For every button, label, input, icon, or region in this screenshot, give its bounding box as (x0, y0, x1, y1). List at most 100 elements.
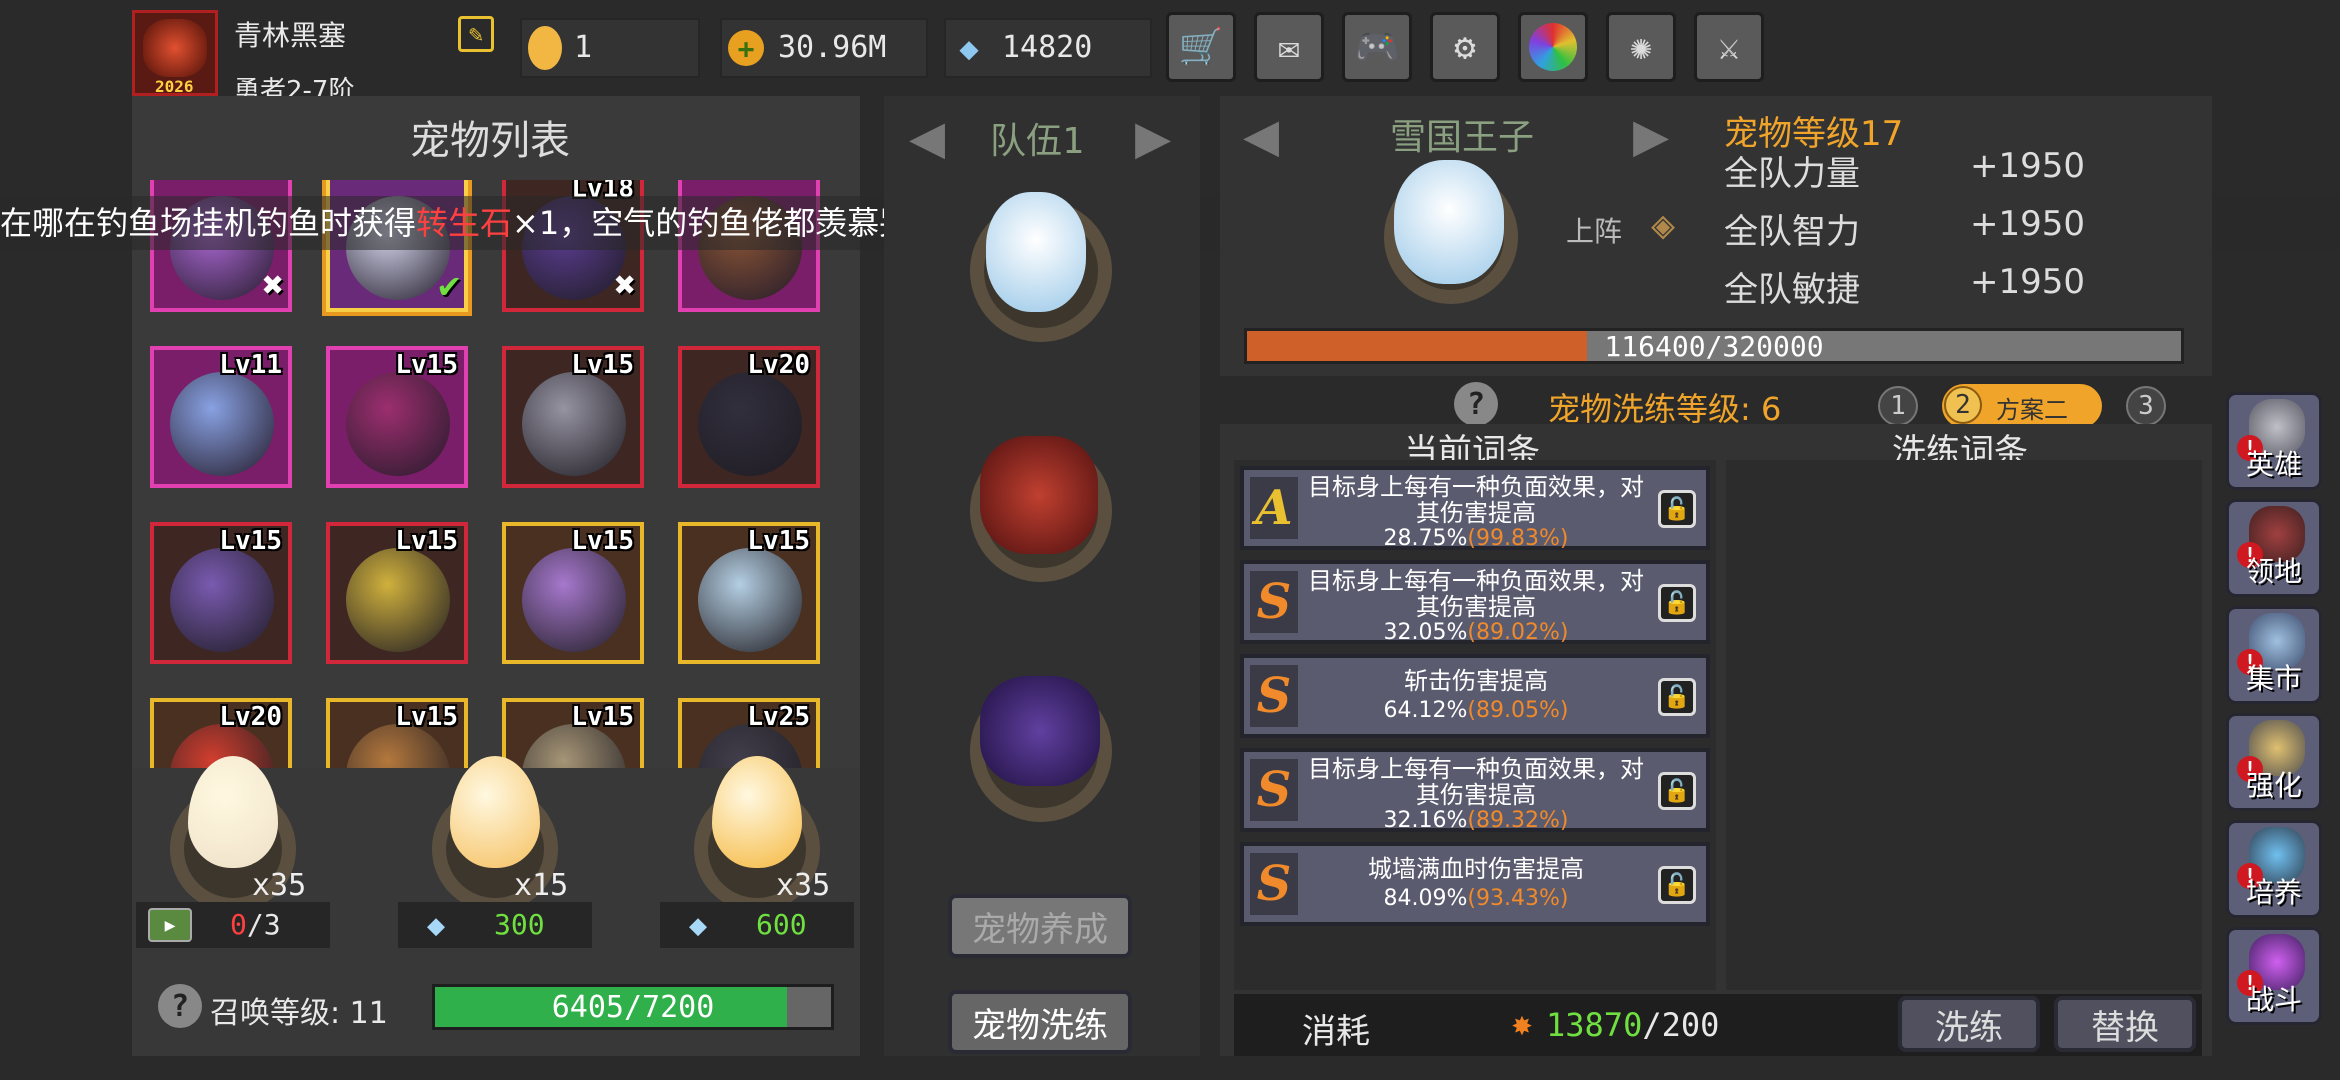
pet-nurture-button[interactable]: 宠物养成 (948, 894, 1132, 958)
mail-icon[interactable]: ✉ (1254, 12, 1324, 82)
side-menu-label: 强化 (2245, 769, 2302, 802)
trait-value: 32.05% (1383, 620, 1468, 645)
color-wheel-icon[interactable] (1518, 12, 1588, 82)
pet-slot[interactable]: Lv15 (326, 346, 468, 488)
plan-2-button[interactable]: 2 方案二 (1942, 384, 2102, 428)
cost-have: 13870 (1546, 1006, 1643, 1044)
refine-help-icon[interactable]: ? (1454, 382, 1498, 426)
trait-value: 84.09% (1383, 886, 1468, 911)
side-menu-button[interactable]: ! 英雄 (2226, 392, 2322, 490)
refine-stone-icon: ✸ (1511, 1004, 1533, 1044)
trait-value: 28.75% (1383, 526, 1468, 551)
firework-icon[interactable]: ✺ (1606, 12, 1676, 82)
side-menu-button[interactable]: ! 强化 (2226, 713, 2322, 811)
side-menu-label: 领地 (2245, 555, 2302, 588)
pet-exp-text: 116400/320000 (1604, 329, 1824, 363)
summon-help-icon[interactable]: ? (158, 984, 202, 1028)
gamepad-icon[interactable]: 🎮 (1342, 12, 1412, 82)
pet-sprite (346, 548, 450, 652)
trait-row[interactable]: S 目标身上每有一种负面效果，对 其伤害提高 32.16%(89.32%) 🔓 (1240, 748, 1710, 833)
diamond-plus-icon[interactable]: ◆ (950, 29, 988, 67)
diamond-cost: 300 (494, 908, 545, 941)
plan-3-button[interactable]: 3 (2126, 386, 2166, 426)
lock-icon[interactable]: 🔓 (1658, 584, 1696, 622)
trait-max: (89.02%) (1467, 620, 1569, 645)
diamond-counter: ◆ 14820 (944, 18, 1152, 78)
trait-row[interactable]: S 目标身上每有一种负面效果，对 其伤害提高 32.05%(89.02%) 🔓 (1240, 560, 1710, 645)
trait-grade-badge: S (1250, 759, 1298, 821)
avatar[interactable]: 2026 (132, 10, 218, 96)
pet-level-badge: Lv15 (571, 702, 634, 732)
trait-max: (93.43%) (1467, 886, 1569, 911)
pet-prev-arrow[interactable]: ◀ (1226, 100, 1296, 170)
lock-icon[interactable]: 🔓 (1658, 866, 1696, 904)
egg-summon-cost-button[interactable]: ▶ 0/3 (136, 902, 330, 948)
side-menu-label: 集市 (2245, 662, 2302, 695)
cart-icon[interactable]: 🛒 (1166, 12, 1236, 82)
diamond-count: 14820 (1002, 30, 1093, 65)
diamond-cost: 600 (756, 908, 807, 941)
pet-slot[interactable]: Lv15 (502, 522, 644, 664)
refine-button[interactable]: 洗练 (1898, 996, 2040, 1052)
side-menu-button[interactable]: ! 集市 (2226, 606, 2322, 704)
bat-pet (980, 676, 1100, 786)
lock-icon[interactable]: 🔓 (1658, 490, 1696, 528)
pet-slot[interactable]: Lv15 (150, 522, 292, 664)
summon-level: 召唤等级: 11 (210, 996, 388, 1031)
egg-icon (528, 26, 562, 70)
trait-grade-badge: S (1250, 665, 1298, 727)
pet-level-badge: Lv15 (395, 526, 458, 556)
deploy-label: 上阵 (1566, 215, 1623, 248)
trait-desc-line1: 城墙满血时伤害提高 (1368, 855, 1584, 883)
gold-counter: + 30.96M (720, 18, 928, 78)
diamond-icon: ◆ (426, 907, 446, 943)
dragon-pet (980, 436, 1098, 554)
cost-label: 消耗 (1302, 1012, 1370, 1052)
pet-refine-tab-button[interactable]: 宠物洗练 (948, 990, 1132, 1054)
trait-row[interactable]: S 斩击伤害提高 64.12%(89.05%) 🔓 (1240, 654, 1710, 738)
side-menu-button[interactable]: ! 培养 (2226, 820, 2322, 918)
trait-row[interactable]: A 目标身上每有一种负面效果，对 其伤害提高 28.75%(99.83%) 🔓 (1240, 466, 1710, 551)
replace-button[interactable]: 替换 (2054, 996, 2196, 1052)
plan-1-button[interactable]: 1 (1878, 386, 1918, 426)
pet-slot[interactable]: Lv15 (326, 522, 468, 664)
gear-icon[interactable]: ⚙ (1430, 12, 1500, 82)
pet-slot[interactable]: Lv15 (678, 522, 820, 664)
pet-sprite (698, 548, 802, 652)
team-stat-value: +1950 (1970, 204, 2086, 244)
avatar-badge: 2026 (155, 77, 194, 96)
egg-summon-cost-button[interactable]: ◆ 600 (660, 902, 854, 948)
pet-level-badge: Lv20 (219, 702, 282, 732)
deploy-diamond-icon[interactable]: ◈ (1638, 200, 1688, 250)
summon-progress-bar: 6405/7200 (432, 984, 834, 1030)
plan-2-label: 方案二 (1996, 396, 2068, 424)
trait-desc-line1: 目标身上每有一种负面效果，对 (1308, 567, 1644, 595)
egg-count: x15 (514, 868, 569, 903)
pet-slot[interactable]: Lv15 (502, 346, 644, 488)
egg-count: x35 (252, 868, 307, 903)
edit-name-icon[interactable]: ✎ (458, 16, 494, 52)
trait-value: 32.16% (1383, 808, 1468, 833)
pet-next-arrow[interactable]: ▶ (1616, 100, 1686, 170)
pet-slot[interactable]: Lv20 (678, 346, 820, 488)
lock-icon[interactable]: 🔓 (1658, 678, 1696, 716)
egg-summon-cost-button[interactable]: ◆ 300 (398, 902, 592, 948)
team-prev-arrow[interactable]: ◀ (892, 102, 962, 172)
pet-sprite (698, 372, 802, 476)
trait-max: (89.05%) (1467, 698, 1569, 723)
pet-slot[interactable]: Lv15 (326, 698, 468, 768)
trait-max: (89.32%) (1467, 808, 1569, 833)
team-next-arrow[interactable]: ▶ (1118, 102, 1188, 172)
pet-slot[interactable]: Lv15 (502, 698, 644, 768)
pet-name: 雪国王子 (1390, 117, 1535, 158)
trait-row[interactable]: S 城墙满血时伤害提高 84.09%(93.43%) 🔓 (1240, 842, 1710, 926)
pet-slot[interactable]: Lv11 (150, 346, 292, 488)
pet-sprite (522, 372, 626, 476)
trait-desc-line1: 目标身上每有一种负面效果，对 (1308, 473, 1644, 501)
pet-level-badge: Lv15 (571, 526, 634, 556)
swords-icon[interactable]: ⚔ (1694, 12, 1764, 82)
gold-plus-icon[interactable]: + (728, 30, 764, 66)
side-menu-button[interactable]: ! 领地 (2226, 499, 2322, 597)
side-menu-button[interactable]: ! 战斗 (2226, 927, 2322, 1025)
lock-icon[interactable]: 🔓 (1658, 772, 1696, 810)
